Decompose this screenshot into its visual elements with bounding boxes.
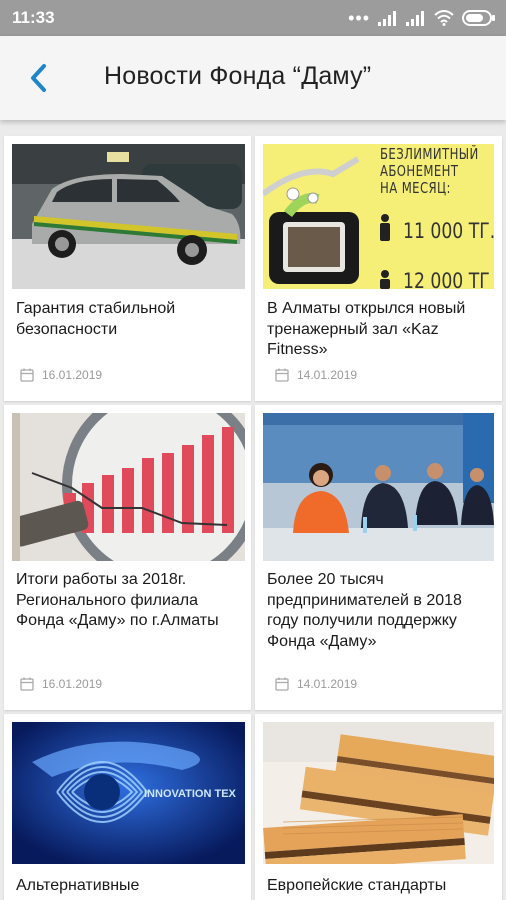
more-dots-icon: ••• <box>348 8 370 28</box>
news-date: 16.01.2019 <box>42 677 103 691</box>
promo-text: БЕЗЛИМИТНЫЙ АБОНЕМЕНТ НА МЕСЯЦ: <box>380 145 479 197</box>
date-row: 16.01.2019 <box>20 368 102 382</box>
wifi-icon <box>434 10 454 26</box>
news-title: В Алматы открылся новый тренажерный зал … <box>267 300 466 358</box>
back-button[interactable] <box>18 58 58 98</box>
news-title: Итоги работы за 2018г. Регионального фил… <box>16 571 219 629</box>
calendar-icon <box>275 368 289 382</box>
news-card[interactable]: INNOVATION TEX Альтернативные <box>4 714 251 900</box>
back-arrow-icon <box>31 64 46 92</box>
news-date: 14.01.2019 <box>297 677 358 691</box>
news-card[interactable]: Более 20 тысяч предпринимателей в 2018 г… <box>255 405 502 710</box>
news-date: 16.01.2019 <box>42 368 103 382</box>
news-image <box>12 144 245 289</box>
promo-price-2: 12 000 ТГ <box>403 269 490 289</box>
signal-icon <box>378 11 396 26</box>
date-row: 16.01.2019 <box>20 677 102 691</box>
status-icons: ••• <box>348 8 496 28</box>
news-card[interactable]: Европейские стандарты <box>255 714 502 900</box>
news-image <box>263 722 494 864</box>
image-caption: INNOVATION TEX <box>144 788 236 800</box>
news-title: Гарантия стабильной безопасности <box>16 300 176 338</box>
news-card[interactable]: Итоги работы за 2018г. Регионального фил… <box>4 405 251 710</box>
news-card[interactable]: БЕЗЛИМИТНЫЙ АБОНЕМЕНТ НА МЕСЯЦ: 11 000 Т… <box>255 136 502 401</box>
news-title: Более 20 тысяч предпринимателей в 2018 г… <box>267 571 462 650</box>
status-time: 11:33 <box>12 8 55 27</box>
date-row: 14.01.2019 <box>275 368 357 382</box>
news-image: БЕЗЛИМИТНЫЙ АБОНЕМЕНТ НА МЕСЯЦ: 11 000 Т… <box>263 144 494 289</box>
date-row: 14.01.2019 <box>275 677 357 691</box>
news-image: INNOVATION TEX <box>12 722 245 864</box>
news-title: Европейские стандарты <box>267 877 447 894</box>
status-bar: 11:33 ••• <box>0 0 506 36</box>
calendar-icon <box>20 677 34 691</box>
battery-icon <box>462 10 495 26</box>
calendar-icon <box>20 368 34 382</box>
signal-icon-2 <box>406 11 424 26</box>
news-image <box>12 413 245 561</box>
news-date: 14.01.2019 <box>297 368 358 382</box>
page-title: Новости Фонда “Даму” <box>104 62 372 90</box>
promo-price-1: 11 000 ТГ. <box>403 219 494 243</box>
app-bar: Новости Фонда “Даму” <box>0 36 506 120</box>
news-title: Альтернативные <box>16 877 140 894</box>
calendar-icon <box>275 677 289 691</box>
news-image <box>263 413 494 561</box>
news-card[interactable]: Гарантия стабильной безопасности 16.01.2… <box>4 136 251 401</box>
